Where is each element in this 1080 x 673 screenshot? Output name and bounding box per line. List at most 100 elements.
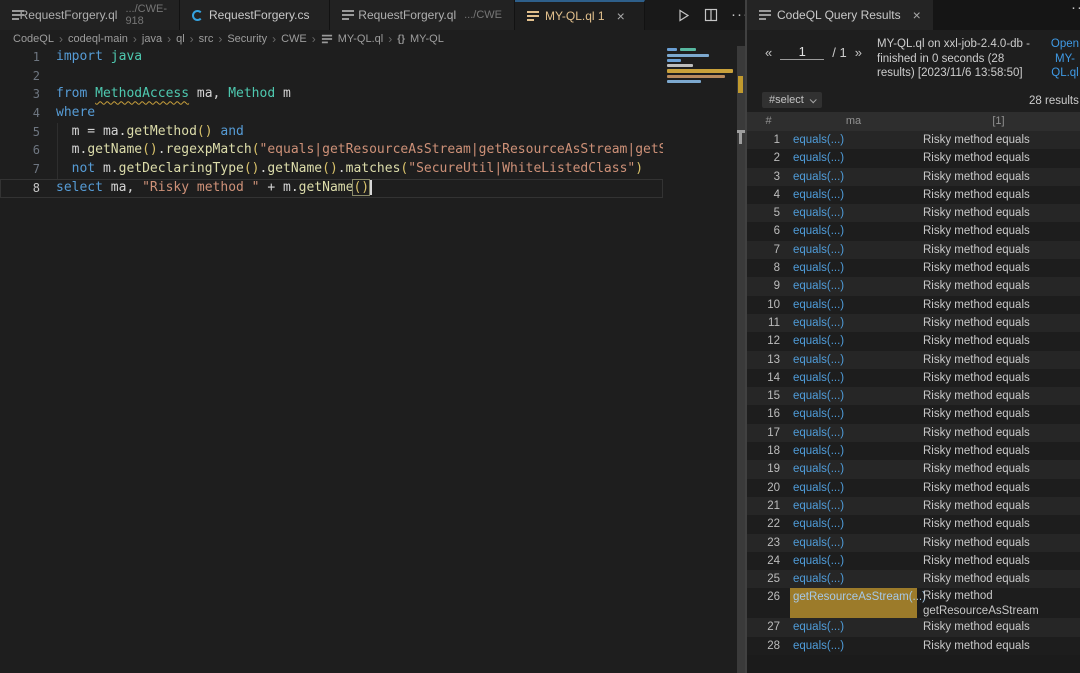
result-location-link[interactable]: equals(...): [790, 427, 844, 439]
result-message: Risky method equals: [923, 371, 1030, 384]
chevron-right-icon: ›: [189, 32, 194, 46]
tab-detail: .../CWE-918: [125, 3, 167, 27]
split-editor-icon[interactable]: [704, 8, 718, 22]
minimap[interactable]: [663, 46, 737, 673]
breadcrumb-item[interactable]: java: [142, 33, 162, 45]
code-line[interactable]: 3 from MethodAccess ma, Method m: [0, 85, 663, 104]
close-icon[interactable]: ×: [617, 9, 625, 23]
breadcrumb-item[interactable]: ql: [176, 33, 185, 45]
line-number: 7: [32, 162, 40, 177]
tab-requestforgery-cs[interactable]: RequestForgery.cs: [180, 0, 330, 30]
code-line[interactable]: 8 select ma, "Risky method " + m.getName(…: [0, 178, 663, 198]
result-location-link[interactable]: equals(...): [790, 555, 844, 567]
result-location-link[interactable]: equals(...): [790, 621, 844, 633]
tab-requestforgery-ql-918[interactable]: RequestForgery.ql .../CWE-918: [0, 0, 180, 30]
result-location-link[interactable]: equals(...): [790, 463, 844, 475]
chevron-right-icon: ›: [58, 32, 63, 46]
result-location-link[interactable]: equals(...): [790, 500, 844, 512]
result-set-dropdown[interactable]: #select: [762, 92, 822, 108]
result-location-link[interactable]: equals(...): [790, 518, 844, 530]
result-location-link[interactable]: equals(...): [790, 134, 844, 146]
breadcrumb-item[interactable]: CodeQL: [13, 33, 54, 45]
line-number: 2: [32, 68, 40, 83]
symbol-braces-icon: {}: [397, 33, 405, 45]
code-line[interactable]: 1 import java: [0, 48, 663, 67]
result-index: 2: [773, 152, 780, 165]
result-row: 27 equals(...) Risky method equals: [747, 618, 1080, 637]
code-line[interactable]: 4 where: [0, 104, 663, 123]
result-location-link[interactable]: equals(...): [790, 537, 844, 549]
line-number: 3: [32, 87, 40, 102]
breadcrumb-item[interactable]: src: [199, 33, 214, 45]
result-message: Risky method equals: [923, 639, 1030, 652]
results-table-header: # ma [1]: [747, 112, 1080, 131]
tab-requestforgery-ql-cwe[interactable]: RequestForgery.ql .../CWE: [330, 0, 515, 30]
result-row: 21 equals(...) Risky method equals: [747, 496, 1080, 516]
result-message: Risky method equals: [923, 408, 1030, 421]
breadcrumb-item[interactable]: Security: [227, 33, 267, 45]
result-location-link[interactable]: equals(...): [790, 152, 844, 164]
code-line[interactable]: 6 m.getName().regexpMatch("equals|getRes…: [0, 141, 663, 161]
result-index: 23: [767, 536, 780, 549]
result-index: 17: [767, 426, 780, 439]
result-ma-cell: equals(...): [790, 479, 917, 497]
ellipsis-icon[interactable]: ···: [1071, 0, 1080, 15]
tab-label: RequestForgery.cs: [209, 8, 310, 22]
result-ma-cell: equals(...): [790, 552, 917, 570]
result-ma-cell: equals(...): [790, 259, 917, 277]
last-page-button[interactable]: »: [855, 45, 862, 60]
result-location-link[interactable]: equals(...): [790, 408, 844, 420]
breadcrumb-file[interactable]: MY-QL.ql: [338, 33, 383, 45]
result-location-link[interactable]: equals(...): [790, 335, 844, 347]
result-row: 23 equals(...) Risky method equals: [747, 533, 1080, 552]
result-index: 6: [773, 225, 780, 238]
code-line[interactable]: 5 m = ma.getMethod() and: [0, 122, 663, 142]
code-token: ,: [126, 179, 143, 195]
result-location-link[interactable]: equals(...): [790, 244, 844, 256]
result-location-link[interactable]: equals(...): [790, 207, 844, 219]
result-location-link[interactable]: equals(...): [790, 225, 844, 237]
editor-scrollbar[interactable]: [737, 46, 745, 673]
result-location-link[interactable]: equals(...): [790, 445, 844, 457]
result-location-link[interactable]: equals(...): [790, 317, 844, 329]
breadcrumb-item[interactable]: CWE: [281, 33, 307, 45]
code-token: "SecureUtil|WhiteListedClass": [408, 161, 636, 177]
result-ma-cell: equals(...): [790, 515, 917, 533]
result-location-link[interactable]: equals(...): [790, 390, 844, 402]
result-location-link[interactable]: equals(...): [790, 640, 844, 652]
code-editor[interactable]: 1 import java 2 3 from MethodAccess ma, Meth…: [0, 48, 663, 673]
open-query-link[interactable]: Open MY-QL.ql: [1043, 37, 1080, 81]
first-page-button[interactable]: «: [765, 45, 772, 60]
play-icon[interactable]: [676, 8, 691, 23]
code-line[interactable]: 2: [0, 67, 663, 86]
result-location-link[interactable]: equals(...): [790, 280, 844, 292]
page-number-input[interactable]: 1: [780, 44, 825, 60]
result-location-link[interactable]: equals(...): [790, 171, 844, 183]
code-token: .: [110, 161, 119, 177]
code-line[interactable]: 7 not m.getDeclaringType().getName().mat…: [0, 160, 663, 179]
code-token: (): [243, 161, 260, 177]
close-icon[interactable]: ×: [913, 8, 921, 22]
result-location-link[interactable]: equals(...): [790, 372, 844, 384]
result-location-link[interactable]: equals(...): [790, 573, 844, 585]
result-ma-cell: equals(...): [790, 332, 917, 350]
chevron-right-icon: ›: [272, 32, 277, 46]
code-token: +: [259, 179, 283, 195]
tab-codeql-query-results[interactable]: CodeQL Query Results ×: [747, 0, 933, 30]
code-token: m: [283, 179, 291, 195]
result-ma-cell: equals(...): [790, 534, 917, 552]
result-location-link[interactable]: equals(...): [790, 299, 844, 311]
tab-my-ql[interactable]: MY-QL.ql 1 ×: [515, 0, 645, 30]
result-row: 1 equals(...) Risky method equals: [747, 131, 1080, 150]
line-content: from MethodAccess ma, Method m: [40, 85, 291, 104]
breadcrumb-item[interactable]: codeql-main: [68, 33, 128, 45]
result-location-link[interactable]: equals(...): [790, 262, 844, 274]
csharp-file-icon: [192, 9, 203, 21]
result-location-link[interactable]: equals(...): [790, 354, 844, 366]
result-location-link[interactable]: equals(...): [790, 482, 844, 494]
breadcrumb-symbol[interactable]: MY-QL: [410, 33, 444, 45]
result-ma-cell: equals(...): [790, 497, 917, 515]
result-location-link[interactable]: equals(...): [790, 189, 844, 201]
result-location-link[interactable]: getResourceAsStream(...): [790, 591, 926, 603]
result-row: 16 equals(...) Risky method equals: [747, 405, 1080, 424]
